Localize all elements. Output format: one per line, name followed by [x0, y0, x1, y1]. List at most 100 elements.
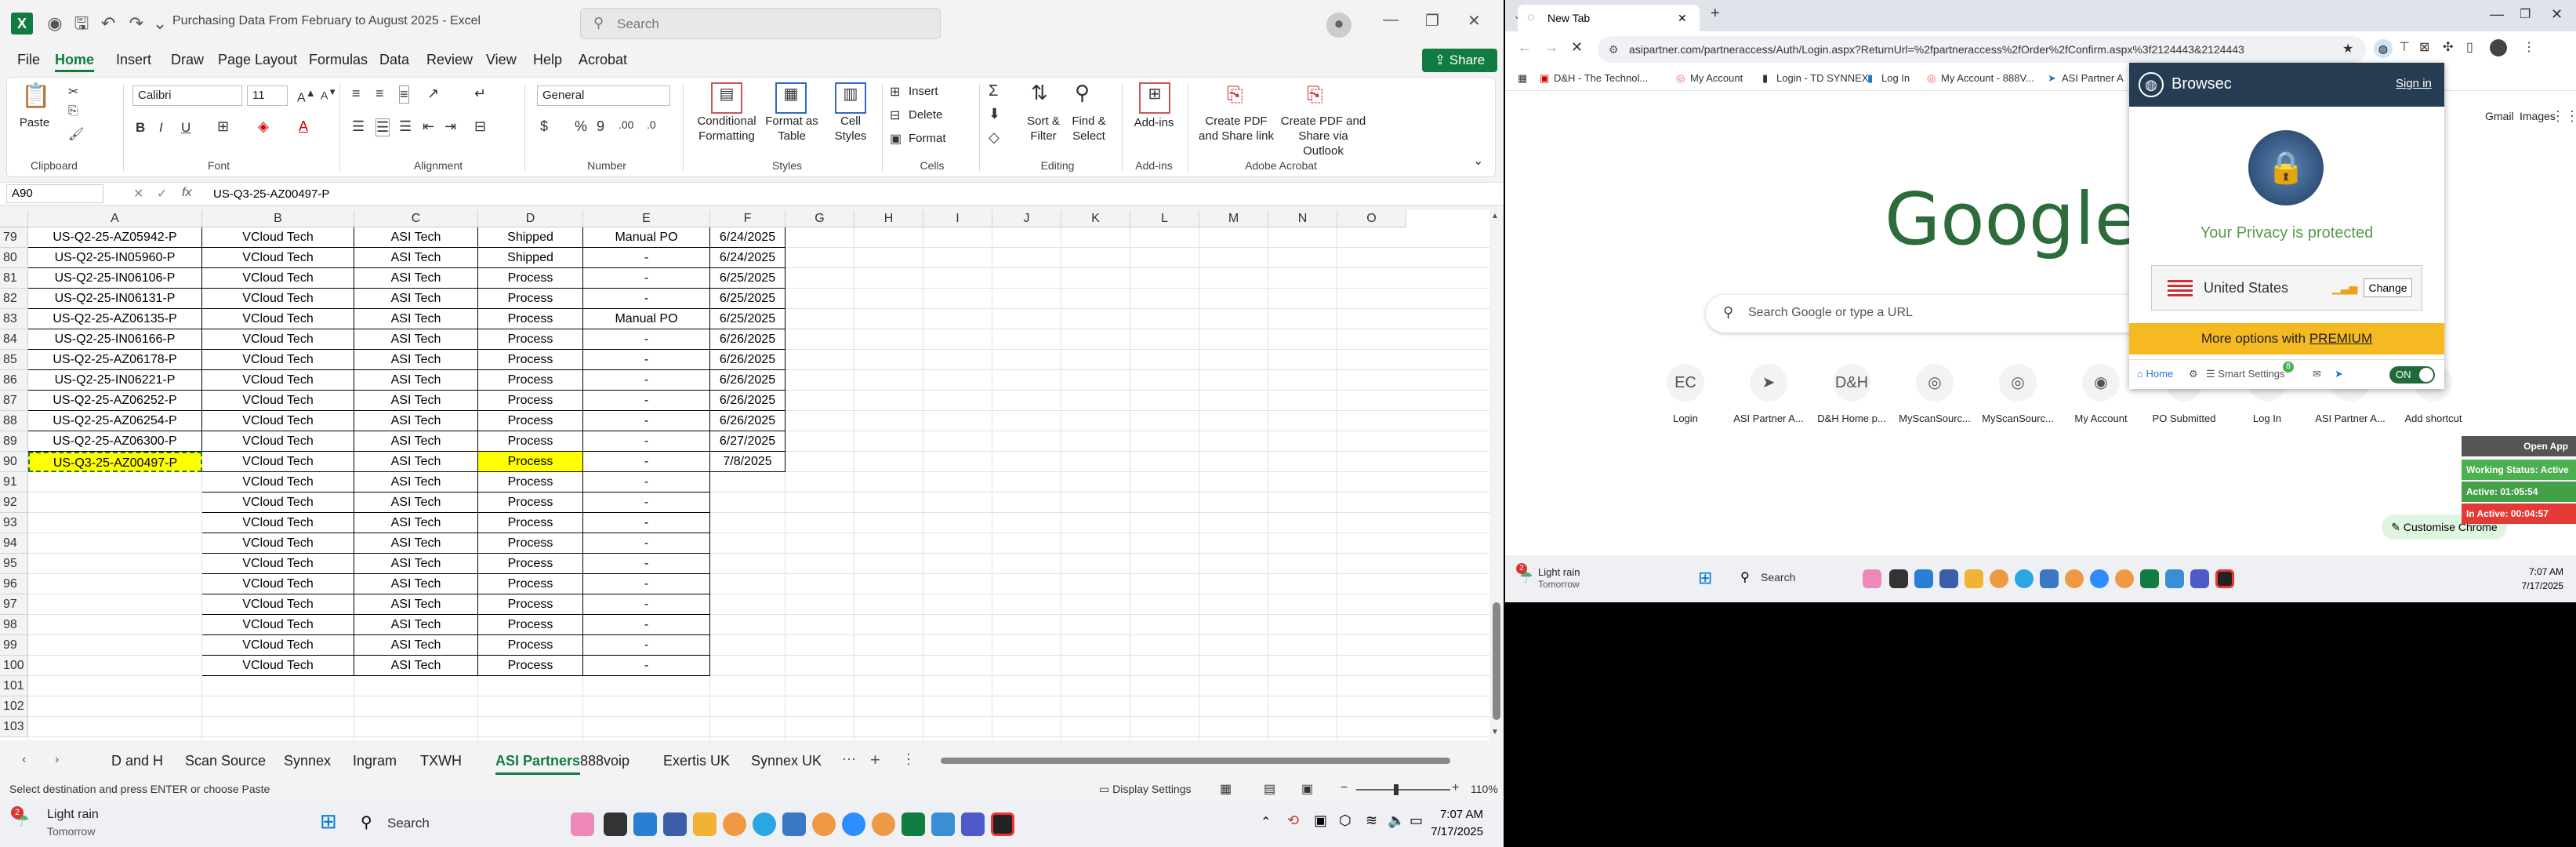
cell-f-86[interactable]: 6/26/2025 [710, 370, 785, 391]
cell-b-84[interactable]: VCloud Tech [202, 329, 354, 350]
row-header[interactable]: 100 [0, 656, 28, 676]
enter-icon[interactable]: ✓ [157, 186, 167, 202]
row-header[interactable]: 79 [0, 227, 28, 248]
conditional-formatting-label[interactable]: Conditional Formatting [691, 114, 763, 144]
cell-d-81[interactable]: Process [478, 268, 583, 289]
cell-e-103[interactable] [583, 717, 710, 737]
cell-b-88[interactable]: VCloud Tech [202, 411, 354, 431]
cell-b-101[interactable] [202, 676, 354, 696]
cell-f-98[interactable] [710, 615, 785, 635]
clock-date-2[interactable]: 7/17/2025 [2509, 580, 2563, 591]
sheet-tab-ingram[interactable]: Ingram [353, 753, 397, 769]
cell-d-87[interactable]: Process [478, 391, 583, 411]
row-header[interactable]: 81 [0, 268, 28, 289]
cell-f-80[interactable]: 6/24/2025 [710, 248, 785, 268]
tray-meet-icon[interactable]: ▣ [1314, 812, 1327, 829]
pdf-outlook-icon[interactable]: ⎘ [1307, 82, 1323, 107]
chrome-minimize-icon[interactable]: — [2490, 6, 2504, 23]
sheet-tab-txwh[interactable]: TXWH [420, 753, 462, 769]
shortcut-tile[interactable]: ◎ MyScanSourc... [1896, 364, 1974, 424]
change-country-button[interactable]: Change [2364, 278, 2412, 297]
horizontal-scrollbar[interactable] [925, 754, 1474, 767]
cell-e-100[interactable]: - [583, 656, 710, 676]
align-center-icon[interactable]: ☰ [376, 118, 390, 136]
cell-a-81[interactable]: US-Q2-25-IN06106-P [28, 268, 202, 289]
wrap-text-icon[interactable]: ↵ [474, 85, 486, 102]
cell-e-90[interactable]: - [583, 452, 710, 472]
row-header[interactable]: 85 [0, 350, 28, 370]
teams-icon[interactable] [961, 812, 985, 836]
cell-e-82[interactable]: - [583, 289, 710, 309]
chrome-tab-new-tab[interactable]: ◌ New Tab ✕ [1518, 5, 1700, 31]
cell-f-102[interactable] [710, 696, 785, 717]
cell-c-92[interactable]: ASI Tech [354, 493, 478, 513]
format-as-table-icon[interactable]: ▦ [775, 82, 807, 114]
windows-start-icon-2[interactable]: ⊞ [1698, 568, 1712, 588]
cell-e-91[interactable]: - [583, 472, 710, 493]
pdf-link-icon[interactable]: ⎘ [1227, 82, 1243, 107]
cell-a-98[interactable] [28, 615, 202, 635]
cell-c-98[interactable]: ASI Tech [354, 615, 478, 635]
column-header-i[interactable]: I [923, 210, 992, 227]
format-as-table-label[interactable]: Format as Table [763, 114, 821, 144]
percent-icon[interactable]: % [575, 118, 587, 135]
cell-d-95[interactable]: Process [478, 554, 583, 574]
bookmark-login[interactable]: Log In [1881, 72, 1910, 84]
cell-d-103[interactable] [478, 717, 583, 737]
cell-b-100[interactable]: VCloud Tech [202, 656, 354, 676]
cell-a-82[interactable]: US-Q2-25-IN06131-P [28, 289, 202, 309]
cell-a-87[interactable]: US-Q2-25-AZ06252-P [28, 391, 202, 411]
chrome-icon[interactable] [723, 812, 746, 836]
bold-icon[interactable]: B [136, 120, 145, 136]
row-header[interactable]: 82 [0, 289, 28, 309]
home-button[interactable]: ⌂ Home [2137, 368, 2173, 380]
extensions-puzzle-icon[interactable]: ✣ [2443, 39, 2453, 55]
cell-d-102[interactable] [478, 696, 583, 717]
cell-a-86[interactable]: US-Q2-25-IN06221-P [28, 370, 202, 391]
settings-icon[interactable]: ⚙ [2189, 368, 2198, 380]
cell-e-89[interactable]: - [583, 431, 710, 452]
app-icon-2[interactable] [1914, 569, 1933, 588]
cell-c-79[interactable]: ASI Tech [354, 227, 478, 248]
cell-e-98[interactable]: - [583, 615, 710, 635]
cell-a-83[interactable]: US-Q2-25-AZ06135-P [28, 309, 202, 329]
cell-f-99[interactable] [710, 635, 785, 656]
cell-f-88[interactable]: 6/26/2025 [710, 411, 785, 431]
cell-c-102[interactable] [354, 696, 478, 717]
tab-page-layout[interactable]: Page Layout [218, 52, 297, 68]
chrome-profile-icon-2[interactable] [2065, 569, 2084, 588]
cell-f-101[interactable] [710, 676, 785, 696]
wifi-icon[interactable]: ≋ [1366, 812, 1377, 829]
reading-mode-icon[interactable]: ⊠ [2419, 39, 2429, 55]
delete-cells-icon[interactable]: ⊟ [890, 107, 900, 123]
widgets-icon[interactable] [571, 812, 594, 836]
cell-f-79[interactable]: 6/24/2025 [710, 227, 785, 248]
edge-icon-2[interactable] [2015, 569, 2034, 588]
pdf-link-label[interactable]: Create PDF and Share link [1197, 114, 1275, 144]
cell-a-100[interactable] [28, 656, 202, 676]
cell-b-95[interactable]: VCloud Tech [202, 554, 354, 574]
row-header[interactable]: 80 [0, 248, 28, 268]
addins-icon[interactable]: ⊞ [1139, 82, 1170, 114]
cell-a-93[interactable] [28, 513, 202, 533]
tab-acrobat[interactable]: Acrobat [579, 52, 627, 68]
stop-icon[interactable]: ✕ [1571, 39, 1583, 56]
excel-taskbar-icon-2[interactable] [2140, 569, 2159, 588]
cell-e-80[interactable]: - [583, 248, 710, 268]
cell-f-89[interactable]: 6/27/2025 [710, 431, 785, 452]
cell-f-95[interactable] [710, 554, 785, 574]
cut-icon[interactable]: ✂ [68, 84, 78, 100]
sort-filter-icon[interactable]: ⇅ [1031, 81, 1048, 105]
cell-e-102[interactable] [583, 696, 710, 717]
copy-icon[interactable]: ⎘ [68, 104, 78, 118]
clear-icon[interactable]: ◇ [989, 129, 1000, 146]
app-icon[interactable] [633, 812, 657, 836]
google-apps-icon[interactable]: ⋮⋮ [2551, 108, 2576, 125]
tab-insert[interactable]: Insert [116, 52, 151, 68]
align-left-icon[interactable]: ☰ [352, 118, 365, 135]
cell-f-92[interactable] [710, 493, 785, 513]
clock-date[interactable]: 7/17/2025 [1428, 825, 1483, 838]
site-info-icon[interactable]: ⚙ [1609, 36, 1619, 63]
cell-c-100[interactable]: ASI Tech [354, 656, 478, 676]
sticky-app-icon[interactable] [991, 812, 1014, 836]
